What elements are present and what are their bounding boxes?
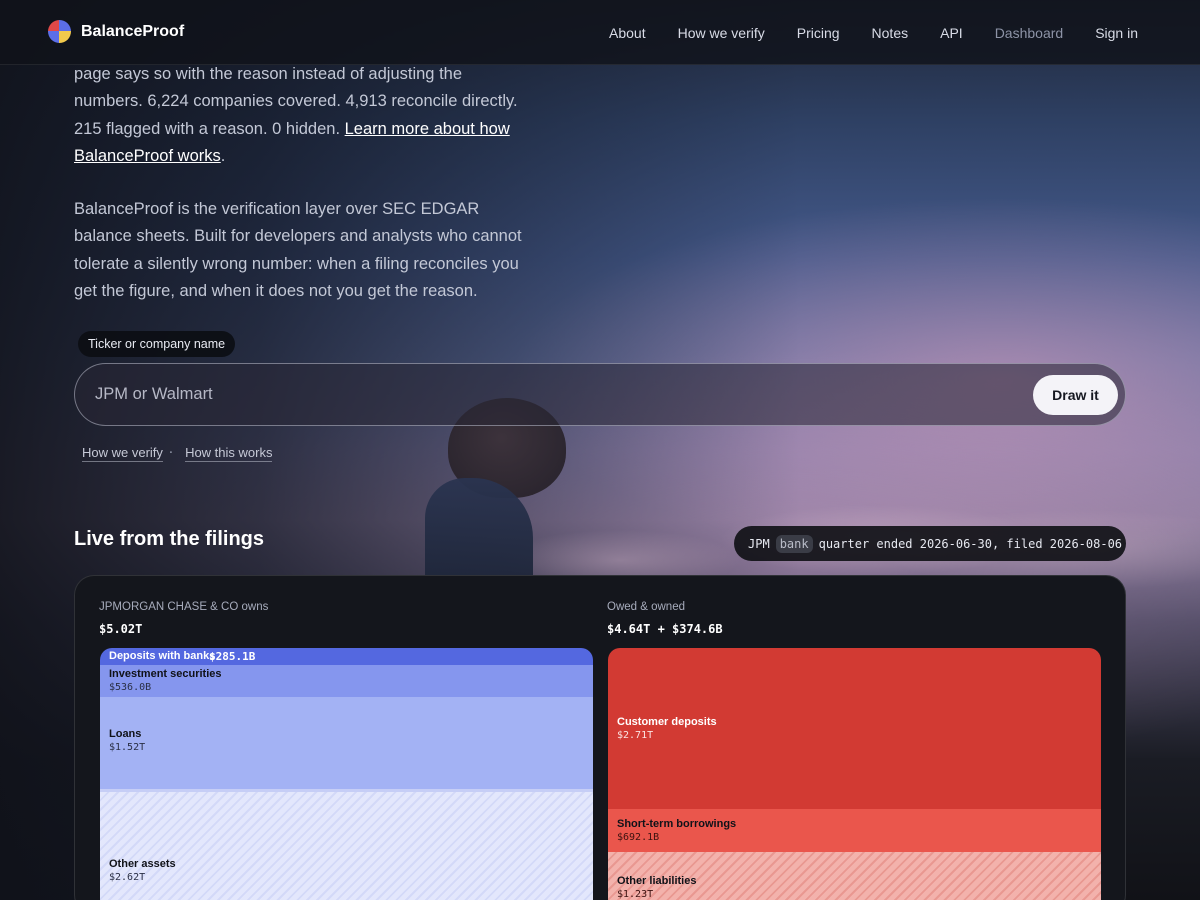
brand[interactable]: BalanceProof <box>48 20 184 43</box>
live-section-title: Live from the filings <box>74 528 265 550</box>
block-short-term-borrowings[interactable]: Short-term borrowings $692.1B <box>608 809 1101 852</box>
block-label: Customer deposits <box>617 716 717 728</box>
filing-tag: bank <box>775 534 813 553</box>
filing-period: quarter ended 2026-06-30, filed 2026-08-… <box>818 536 1123 551</box>
block-customer-deposits[interactable]: Customer deposits $2.71T <box>608 648 1101 809</box>
nav-link-notes[interactable]: Notes <box>872 25 909 41</box>
block-label: Investment securities <box>109 668 222 680</box>
how-this-works-link[interactable]: How this works <box>185 445 273 462</box>
assets-heading: JPMORGAN CHASE & CO owns <box>99 601 269 613</box>
nav-link-pricing[interactable]: Pricing <box>797 25 840 41</box>
block-investment-securities[interactable]: Investment securities $536.0B <box>100 665 593 697</box>
block-other-assets[interactable]: Other assets $2.62T <box>100 789 593 900</box>
block-value: $2.62T <box>109 872 146 883</box>
block-label: Other assets <box>109 858 176 870</box>
logo-icon <box>48 20 71 43</box>
block-value: $536.0B <box>109 682 152 693</box>
assets-total: $5.02T <box>99 622 143 636</box>
hero-paragraph-1: page says so with the reason instead of … <box>74 65 518 165</box>
brand-name: BalanceProof <box>81 22 185 40</box>
nav-link-about[interactable]: About <box>609 25 646 41</box>
hero-text: page says so with the reason instead of … <box>74 61 534 305</box>
block-value: $692.1B <box>617 832 660 843</box>
sign-in-link[interactable]: Sign in <box>1095 25 1138 41</box>
how-we-verify-link[interactable]: How we verify <box>82 445 163 462</box>
search-input[interactable] <box>95 364 995 425</box>
hero-paragraph-2: BalanceProof is the verification layer o… <box>74 200 522 301</box>
block-value: $1.52T <box>109 742 146 753</box>
nav-link-dashboard[interactable]: Dashboard <box>995 25 1064 41</box>
liabilities-heading: Owed & owned <box>607 601 685 613</box>
block-label: Other liabilities <box>617 875 697 887</box>
liabilities-stack: Customer deposits $2.71T Short-term borr… <box>608 648 1101 900</box>
block-label: Loans <box>109 728 142 740</box>
balance-sheet-card: JPMORGAN CHASE & CO owns $5.02T Owed & o… <box>74 575 1126 900</box>
filing-pill: JPM bank quarter ended 2026-06-30, filed… <box>734 526 1126 561</box>
block-label: Short-term borrowings <box>617 818 737 830</box>
search-box: Draw it <box>74 363 1126 426</box>
assets-stack: Deposits with banks $285.1B Investment s… <box>100 648 593 900</box>
draw-it-button[interactable]: Draw it <box>1033 375 1118 415</box>
block-label: Deposits with banks <box>109 650 216 662</box>
liabilities-total: $4.64T + $374.6B <box>607 622 723 636</box>
nav-link-how-we-verify[interactable]: How we verify <box>678 25 765 41</box>
help-separator: · <box>168 446 174 461</box>
filing-ticker: JPM <box>748 536 770 551</box>
search-label: Ticker or company name <box>78 331 236 357</box>
block-deposits-with-banks[interactable]: Deposits with banks $285.1B <box>100 648 593 665</box>
block-value: $2.71T <box>617 730 654 741</box>
nav-links: About How we verify Pricing Notes API Da… <box>577 0 1138 65</box>
block-loans[interactable]: Loans $1.52T <box>100 697 593 789</box>
nav-link-api[interactable]: API <box>940 25 963 41</box>
block-value: $285.1B <box>209 650 256 663</box>
block-other-liabilities[interactable]: Other liabilities $1.23T <box>608 852 1101 900</box>
block-value: $1.23T <box>617 889 654 900</box>
help-links: How we verify · How this works <box>82 445 273 462</box>
top-nav: BalanceProof About How we verify Pricing… <box>0 0 1200 65</box>
